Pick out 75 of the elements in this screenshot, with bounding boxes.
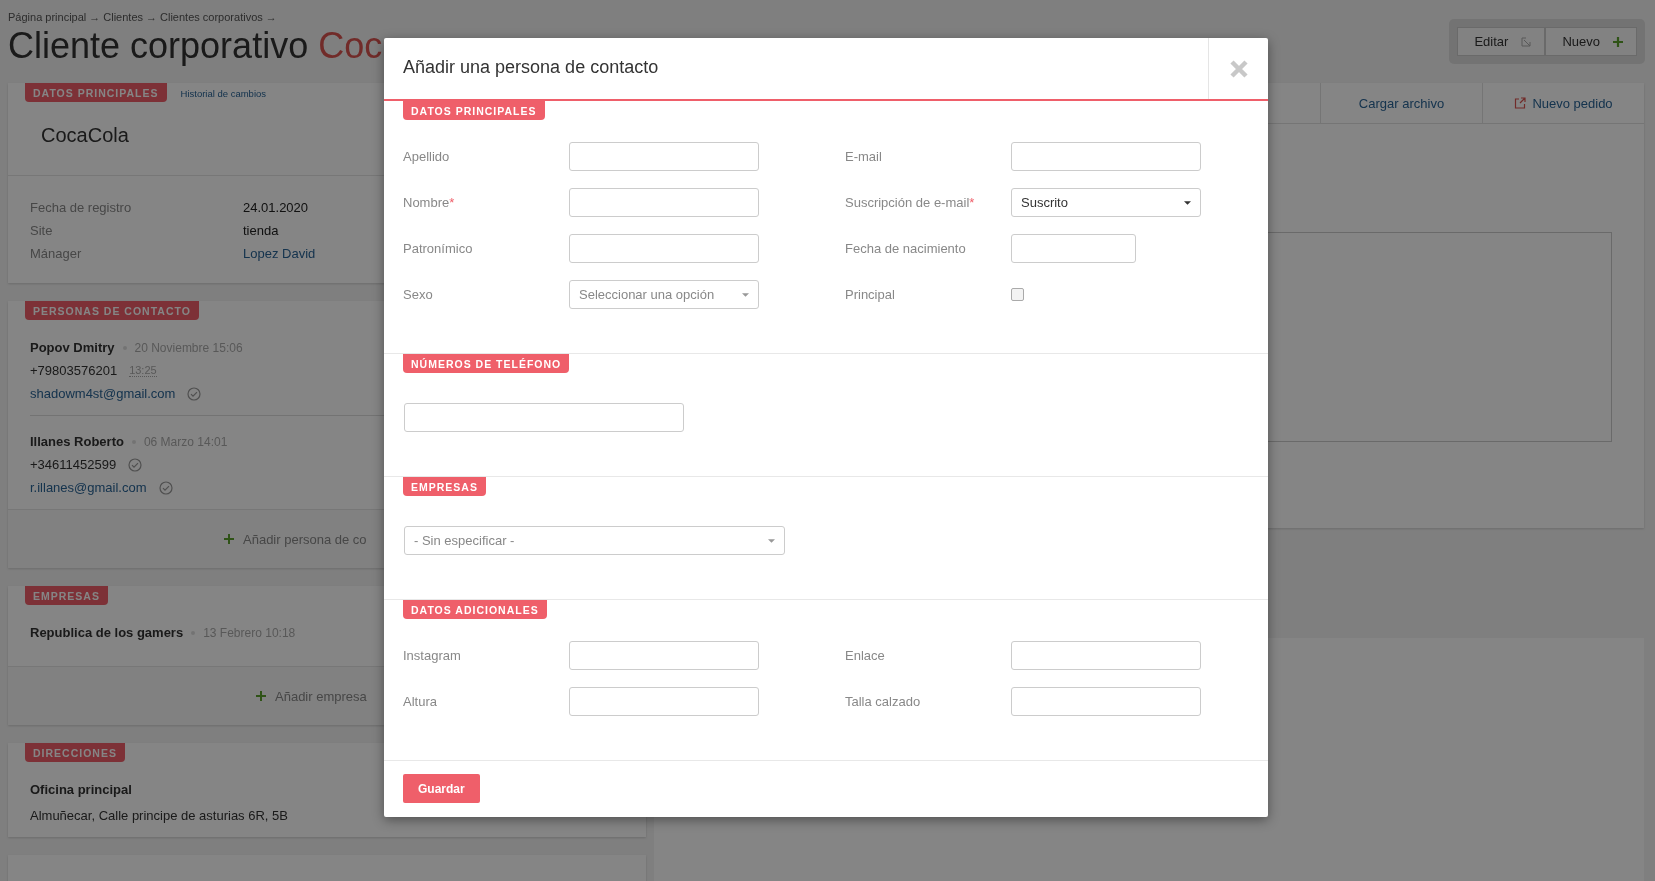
text-field[interactable] <box>1011 641 1201 670</box>
breadcrumb-separator: → <box>89 11 101 23</box>
breadcrumb-separator: → <box>146 11 158 23</box>
text-field[interactable] <box>569 641 759 670</box>
field-label: Mánager <box>30 246 82 261</box>
select-field[interactable]: Seleccionar una opción <box>569 280 759 309</box>
add-company-link[interactable]: Añadir empresa <box>275 688 367 704</box>
text-field[interactable] <box>569 188 759 217</box>
email-link[interactable]: r.illanes@gmail.com <box>30 480 147 495</box>
field-label: Fecha de nacimiento <box>845 241 966 256</box>
edit-button[interactable]: Editar <box>1457 27 1546 56</box>
section-tag: EMPRESAS <box>25 586 108 605</box>
field-value: tienda <box>243 223 279 238</box>
field-label: Patronímico <box>403 241 473 256</box>
select-field[interactable]: - Sin especificar - <box>404 526 785 555</box>
close-icon <box>1228 58 1249 79</box>
text-field[interactable] <box>1011 687 1201 716</box>
select-field[interactable]: Suscrito <box>1011 188 1201 217</box>
field-label: Principal <box>845 287 895 302</box>
email-link[interactable]: shadowm4st@gmail.com <box>30 386 176 401</box>
address-title: Oficina principal <box>30 782 132 797</box>
save-button[interactable]: Guardar <box>403 774 480 803</box>
field-label: Instagram <box>403 648 461 663</box>
address-text: Almuñecar, Calle principe de asturias 6R, 5B <box>30 808 288 823</box>
new-button[interactable]: Nuevo <box>1545 27 1637 56</box>
section-tag: DATOS PRINCIPALES <box>403 101 545 120</box>
caret-icon <box>742 292 749 297</box>
text-field[interactable] <box>569 142 759 171</box>
breadcrumb-link[interactable]: Clientes corporativos <box>160 11 263 23</box>
section-tag: DATOS PRINCIPALES <box>25 83 167 102</box>
text-field[interactable] <box>404 403 684 432</box>
field-label: Talla calzado <box>845 694 921 709</box>
phone-number: +34611452599 <box>30 457 117 472</box>
manager-link[interactable]: Lopez David <box>243 246 316 261</box>
field-label: Sexo <box>403 287 433 302</box>
text-field[interactable] <box>569 234 759 263</box>
field-label: Altura <box>403 694 437 709</box>
contact-name[interactable]: Popov Dmitry <box>30 340 115 355</box>
breadcrumb-link[interactable]: Clientes <box>103 11 144 23</box>
text-field[interactable] <box>1011 142 1201 171</box>
caret-icon <box>768 538 775 543</box>
field-value: 24.01.2020 <box>243 200 309 215</box>
field-label: Fecha de registro <box>30 200 132 215</box>
tab[interactable]: Cargar archivo <box>1320 83 1482 123</box>
edit-icon <box>1520 35 1533 48</box>
section-tag: DATOS ADICIONALES <box>403 600 547 619</box>
page-title: Cliente corporativo <box>8 25 309 66</box>
field-label: E-mail <box>845 149 882 164</box>
breadcrumb-separator: → <box>265 11 277 23</box>
caret-icon <box>1184 200 1191 205</box>
plus-icon <box>1612 35 1624 48</box>
phone-number: +79803576201 <box>30 363 118 378</box>
text-field[interactable] <box>569 687 759 716</box>
section-tag: PERSONAS DE CONTACTO <box>25 301 199 320</box>
breadcrumb-link[interactable]: Página principal <box>8 11 87 23</box>
history-link[interactable]: Historial de cambios <box>180 83 267 99</box>
plus-icon <box>223 533 235 545</box>
add-contact-link[interactable]: Añadir persona de co <box>243 531 367 547</box>
client-name: Coc <box>318 25 383 66</box>
field-label: Apellido <box>403 149 450 164</box>
section-tag: EMPRESAS <box>403 477 486 496</box>
section-tag: NÚMEROS DE TELÉFONO <box>403 354 570 373</box>
field-label: Suscripción de e-mail* <box>845 195 975 210</box>
checkbox[interactable] <box>1011 288 1024 301</box>
external-link-icon <box>1514 97 1527 109</box>
company-link[interactable]: Republica de los gamers <box>30 625 184 640</box>
field-label: Site <box>30 223 53 238</box>
section-tag: DIRECCIONES <box>25 743 125 762</box>
dialog-title: Añadir una persona de contacto <box>402 56 660 79</box>
field-label: Enlace <box>845 648 885 663</box>
field-label: Nombre* <box>403 195 455 210</box>
contact-name[interactable]: Illanes Roberto <box>30 434 124 449</box>
plus-icon <box>255 690 267 702</box>
tab[interactable]: Nuevo pedido <box>1482 83 1644 123</box>
date-field[interactable] <box>1011 234 1136 263</box>
